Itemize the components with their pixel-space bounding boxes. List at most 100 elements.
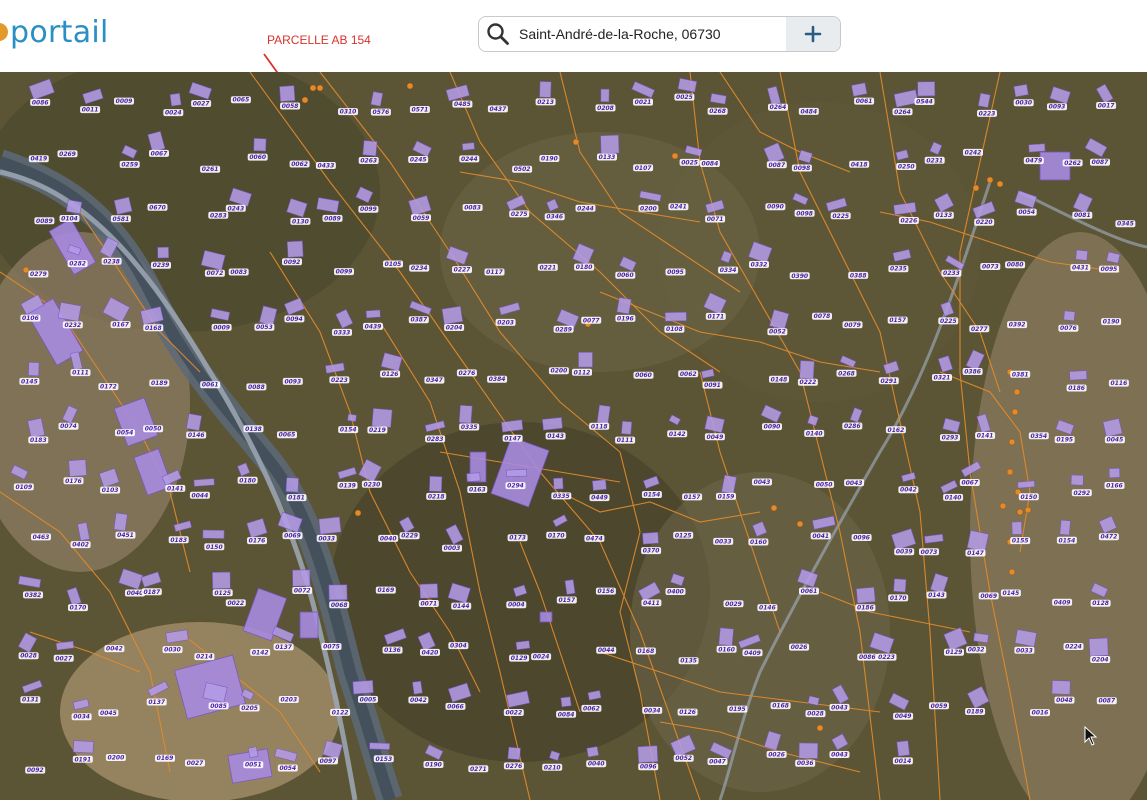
parcel-number-label[interactable]: 0137 [148, 699, 166, 706]
parcel-number-label[interactable]: 0125 [675, 532, 692, 539]
parcel-number-label[interactable]: 0080 [1007, 262, 1024, 269]
parcel-number-label[interactable]: 0571 [412, 107, 429, 114]
parcel-number-label[interactable]: 0231 [926, 157, 943, 164]
parcel-number-label[interactable]: 0150 [206, 544, 223, 551]
parcel-number-label[interactable]: 0143 [928, 592, 945, 599]
parcel-number-label[interactable]: 0268 [709, 108, 726, 115]
parcel-number-label[interactable]: 0390 [791, 273, 808, 280]
parcel-number-label[interactable]: 0153 [375, 756, 392, 763]
address-search-box[interactable]: Saint-André-de-la-Roche, 06730 [478, 16, 841, 52]
parcel-number-label[interactable]: 0078 [814, 313, 831, 320]
parcel-number-label[interactable]: 0061 [202, 382, 219, 389]
parcel-number-label[interactable]: 0173 [509, 535, 526, 542]
parcel-number-label[interactable]: 0136 [384, 647, 401, 654]
parcel-number-label[interactable]: 0079 [844, 322, 861, 329]
parcel-number-label[interactable]: 0140 [945, 494, 962, 501]
parcel-number-label[interactable]: 0176 [249, 538, 266, 545]
parcel-number-label[interactable]: 0243 [227, 205, 244, 212]
parcel-number-label[interactable]: 0269 [59, 151, 76, 158]
parcel-number-label[interactable]: 0040 [588, 761, 605, 768]
parcel-number-label[interactable]: 0387 [410, 317, 428, 324]
parcel-number-label[interactable]: 0087 [1092, 159, 1110, 166]
parcel-number-label[interactable]: 0106 [22, 315, 39, 322]
parcel-number-label[interactable]: 0058 [282, 103, 299, 110]
parcel-number-label[interactable]: 0187 [143, 589, 161, 596]
parcel-number-label[interactable]: 0451 [117, 532, 134, 539]
parcel-number-label[interactable]: 0191 [74, 756, 91, 763]
parcel-number-label[interactable]: 0234 [411, 265, 428, 272]
parcel-number-label[interactable]: 0093 [1049, 104, 1066, 111]
parcel-number-label[interactable]: 0250 [898, 164, 915, 171]
parcel-number-label[interactable]: 0293 [942, 435, 959, 442]
parcel-number-label[interactable]: 0203 [497, 319, 514, 326]
parcel-number-label[interactable]: 0232 [64, 322, 81, 329]
parcel-number-label[interactable]: 0036 [797, 760, 814, 767]
parcel-number-label[interactable]: 0105 [385, 261, 402, 268]
parcel-number-label[interactable]: 0670 [149, 204, 166, 211]
parcel-number-label[interactable]: 0072 [207, 270, 224, 277]
parcel-number-label[interactable]: 0067 [961, 480, 979, 487]
parcel-number-label[interactable]: 0059 [931, 703, 948, 710]
parcel-number-label[interactable]: 0032 [968, 647, 985, 654]
parcel-number-label[interactable]: 0370 [643, 548, 660, 555]
parcel-number-label[interactable]: 0347 [426, 377, 444, 384]
parcel-number-label[interactable]: 0085 [210, 703, 227, 710]
parcel-number-label[interactable]: 0073 [982, 264, 999, 271]
parcel-number-label[interactable]: 0291 [880, 378, 897, 385]
parcel-number-label[interactable]: 0223 [979, 110, 996, 117]
parcel-number-label[interactable]: 0043 [831, 704, 848, 711]
parcel-number-label[interactable]: 0060 [249, 154, 266, 161]
parcel-number-label[interactable]: 0420 [422, 649, 439, 656]
parcel-number-label[interactable]: 0052 [769, 329, 786, 336]
parcel-number-label[interactable]: 0092 [27, 767, 44, 774]
parcel-number-label[interactable]: 0083 [464, 205, 481, 212]
parcel-number-label[interactable]: 0071 [420, 601, 437, 608]
parcel-number-label[interactable]: 0129 [946, 649, 963, 656]
parcel-number-label[interactable]: 0144 [453, 603, 470, 610]
parcel-number-label[interactable]: 0087 [1098, 698, 1116, 705]
parcel-number-label[interactable]: 0045 [100, 710, 117, 717]
parcel-number-label[interactable]: 0146 [759, 605, 776, 612]
parcel-number-label[interactable]: 0170 [70, 605, 87, 612]
parcel-number-label[interactable]: 0474 [586, 535, 603, 542]
parcel-number-label[interactable]: 0061 [801, 588, 818, 595]
parcel-number-label[interactable]: 0054 [1018, 209, 1035, 216]
parcel-number-label[interactable]: 0074 [60, 423, 77, 430]
parcel-number-label[interactable]: 0183 [170, 537, 187, 544]
parcel-number-label[interactable]: 0097 [320, 758, 338, 765]
parcel-number-label[interactable]: 0268 [838, 370, 855, 377]
parcel-number-label[interactable]: 0286 [844, 423, 861, 430]
parcel-number-label[interactable]: 0034 [73, 714, 90, 721]
parcel-number-label[interactable]: 0154 [644, 492, 661, 499]
parcel-number-label[interactable]: 0142 [669, 431, 686, 438]
parcel-number-label[interactable]: 0386 [964, 369, 981, 376]
parcel-number-label[interactable]: 0033 [1016, 647, 1033, 654]
parcel-number-label[interactable]: 0282 [69, 261, 86, 268]
parcel-number-label[interactable]: 0071 [707, 216, 724, 223]
parcel-number-label[interactable]: 0433 [318, 163, 335, 170]
parcel-number-label[interactable]: 0218 [428, 493, 445, 500]
parcel-number-label[interactable]: 0014 [895, 758, 912, 765]
parcel-number-label[interactable]: 0292 [1073, 490, 1090, 497]
parcel-number-label[interactable]: 0200 [108, 755, 125, 762]
parcel-number-label[interactable]: 0205 [241, 705, 258, 712]
parcel-number-label[interactable]: 0044 [192, 492, 209, 499]
parcel-number-label[interactable]: 0502 [514, 166, 531, 173]
parcel-number-label[interactable]: 0259 [121, 161, 138, 168]
parcel-number-label[interactable]: 0225 [832, 213, 849, 220]
parcel-number-label[interactable]: 0148 [771, 376, 788, 383]
parcel-number-label[interactable]: 0190 [425, 762, 442, 769]
parcel-number-label[interactable]: 0262 [1064, 160, 1081, 167]
parcel-number-label[interactable]: 0089 [36, 218, 53, 225]
parcel-number-label[interactable]: 0137 [275, 644, 293, 651]
parcel-number-label[interactable]: 0072 [294, 588, 311, 595]
parcel-number-label[interactable]: 0332 [751, 262, 768, 269]
parcel-number-label[interactable]: 0220 [976, 219, 993, 226]
parcel-number-label[interactable]: 0168 [772, 703, 789, 710]
parcel-number-label[interactable]: 0049 [895, 713, 912, 720]
parcel-number-label[interactable]: 0104 [61, 216, 78, 223]
parcel-number-label[interactable]: 0241 [670, 204, 687, 211]
parcel-number-label[interactable]: 0581 [113, 216, 130, 223]
parcel-number-label[interactable]: 0094 [286, 316, 303, 323]
parcel-number-label[interactable]: 0122 [332, 709, 349, 716]
